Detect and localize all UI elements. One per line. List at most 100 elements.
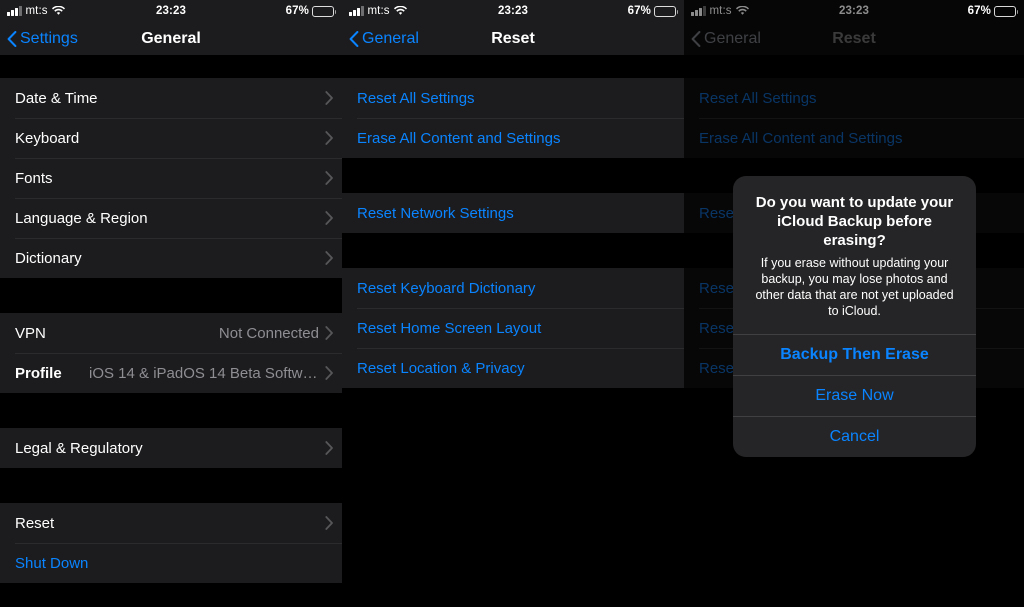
row-language-and-region[interactable]: Language & Region — [0, 198, 342, 238]
row-label: Shut Down — [15, 554, 89, 572]
row-value-profile-name: iOS 14 & iPadOS 14 Beta Softwar… — [89, 364, 319, 382]
settings-list: Date & Time Keyboard Fonts Language & Re… — [0, 55, 342, 583]
row-label: Keyboard — [15, 129, 80, 147]
row-reset-all-settings: Reset All Settings — [684, 78, 1024, 118]
row-label: Dictionary — [15, 249, 82, 267]
row-label: Profile — [15, 364, 62, 382]
row-label: Reset All Settings — [699, 89, 817, 107]
reset-list: Reset All Settings Erase All Content and… — [342, 55, 684, 388]
cancel-button[interactable]: Cancel — [733, 416, 976, 457]
row-reset[interactable]: Reset — [0, 503, 342, 543]
row-label: Date & Time — [15, 89, 98, 107]
list-gap — [342, 158, 684, 193]
back-button-general: General — [684, 30, 761, 48]
row-label: Erase All Content and Settings — [699, 129, 903, 147]
alert-title: Do you want to update your iCloud Backup… — [755, 194, 954, 249]
reset-group-primary: Reset All Settings Erase All Content and… — [342, 78, 684, 158]
battery-percent-label: 67% — [285, 5, 309, 17]
settings-group-legal: Legal & Regulatory — [0, 428, 342, 468]
erase-now-button[interactable]: Erase Now — [733, 375, 976, 416]
row-label: Reset Home Screen Layout — [357, 319, 542, 337]
battery-percent-label: 67% — [967, 5, 991, 17]
panel-general-settings: mt:s 23:23 67% Settings General Date & T… — [0, 0, 342, 607]
status-bar: mt:s 23:23 67% — [684, 0, 1024, 22]
back-button-settings[interactable]: Settings — [0, 30, 78, 48]
status-bar: mt:s 23:23 67% — [0, 0, 342, 22]
list-gap — [0, 468, 342, 503]
screenshot-root: mt:s 23:23 67% Settings General Date & T… — [0, 0, 1024, 607]
chevron-right-icon — [325, 251, 333, 265]
back-button-label: General — [362, 29, 419, 47]
back-button-label: General — [704, 29, 761, 47]
panel-reset-with-alert: mt:s 23:23 67% General Reset Reset All S… — [684, 0, 1024, 607]
row-label: Fonts — [15, 169, 53, 187]
list-gap — [342, 233, 684, 268]
row-reset-all-settings[interactable]: Reset All Settings — [342, 78, 684, 118]
back-button-label: Settings — [20, 29, 78, 47]
list-gap — [684, 55, 1024, 78]
battery-percent-label: 67% — [627, 5, 651, 17]
navigation-bar: General Reset — [684, 22, 1024, 55]
battery-icon — [994, 5, 1018, 17]
reset-group-primary: Reset All Settings Erase All Content and… — [684, 78, 1024, 158]
chevron-right-icon — [325, 131, 333, 145]
list-gap — [0, 393, 342, 428]
icloud-backup-alert-dialog: Do you want to update your iCloud Backup… — [733, 176, 976, 457]
row-label: Language & Region — [15, 209, 148, 227]
chevron-right-icon — [325, 366, 333, 380]
settings-group-reset: Reset Shut Down — [0, 503, 342, 583]
back-button-general[interactable]: General — [342, 30, 419, 48]
battery-icon — [312, 5, 336, 17]
chevron-left-icon — [691, 30, 701, 47]
row-reset-location-and-privacy[interactable]: Reset Location & Privacy — [342, 348, 684, 388]
row-label: VPN — [15, 324, 46, 342]
row-keyboard[interactable]: Keyboard — [0, 118, 342, 158]
row-label: Reset Network Settings — [357, 204, 514, 222]
row-label: Reset — [15, 514, 55, 532]
row-dictionary[interactable]: Dictionary — [0, 238, 342, 278]
status-bar-right: 67% — [286, 5, 342, 17]
row-profile[interactable]: Profile iOS 14 & iPadOS 14 Beta Softwar… — [0, 353, 342, 393]
row-erase-all-content-and-settings: Erase All Content and Settings — [684, 118, 1024, 158]
alert-actions: Backup Then Erase Erase Now Cancel — [733, 334, 976, 457]
list-gap — [0, 278, 342, 313]
row-fonts[interactable]: Fonts — [0, 158, 342, 198]
row-label: Reset Location & Privacy — [357, 359, 525, 377]
row-erase-all-content-and-settings[interactable]: Erase All Content and Settings — [342, 118, 684, 158]
list-gap — [342, 55, 684, 78]
alert-content: Do you want to update your iCloud Backup… — [733, 176, 976, 334]
row-value-vpn-status: Not Connected — [218, 324, 319, 342]
settings-group-network: VPN Not Connected Profile iOS 14 & iPadO… — [0, 313, 342, 393]
status-bar-right: 67% — [628, 5, 684, 17]
chevron-right-icon — [325, 211, 333, 225]
row-label: Erase All Content and Settings — [357, 129, 561, 147]
row-reset-keyboard-dictionary[interactable]: Reset Keyboard Dictionary — [342, 268, 684, 308]
panel-reset-settings: mt:s 23:23 67% General Reset Reset All S… — [342, 0, 684, 607]
chevron-right-icon — [325, 91, 333, 105]
alert-message: If you erase without updating your backu… — [755, 256, 954, 318]
chevron-left-icon — [7, 30, 17, 47]
row-date-and-time[interactable]: Date & Time — [0, 78, 342, 118]
row-vpn[interactable]: VPN Not Connected — [0, 313, 342, 353]
reset-group-secondary: Reset Keyboard Dictionary Reset Home Scr… — [342, 268, 684, 388]
row-label: Legal & Regulatory — [15, 439, 143, 457]
chevron-left-icon — [349, 30, 359, 47]
backup-then-erase-button[interactable]: Backup Then Erase — [733, 334, 976, 375]
settings-group-formatting: Date & Time Keyboard Fonts Language & Re… — [0, 78, 342, 278]
row-reset-home-screen-layout[interactable]: Reset Home Screen Layout — [342, 308, 684, 348]
navigation-bar: Settings General — [0, 22, 342, 55]
status-bar-right: 67% — [968, 5, 1024, 17]
row-label: Reset Keyboard Dictionary — [357, 279, 536, 297]
row-legal-and-regulatory[interactable]: Legal & Regulatory — [0, 428, 342, 468]
chevron-right-icon — [325, 441, 333, 455]
reset-group-network: Reset Network Settings — [342, 193, 684, 233]
battery-icon — [654, 5, 678, 17]
navigation-bar: General Reset — [342, 22, 684, 55]
row-shut-down[interactable]: Shut Down — [0, 543, 342, 583]
row-reset-network-settings[interactable]: Reset Network Settings — [342, 193, 684, 233]
chevron-right-icon — [325, 326, 333, 340]
status-bar: mt:s 23:23 67% — [342, 0, 684, 22]
list-gap — [0, 55, 342, 78]
chevron-right-icon — [325, 516, 333, 530]
row-label: Reset All Settings — [357, 89, 475, 107]
